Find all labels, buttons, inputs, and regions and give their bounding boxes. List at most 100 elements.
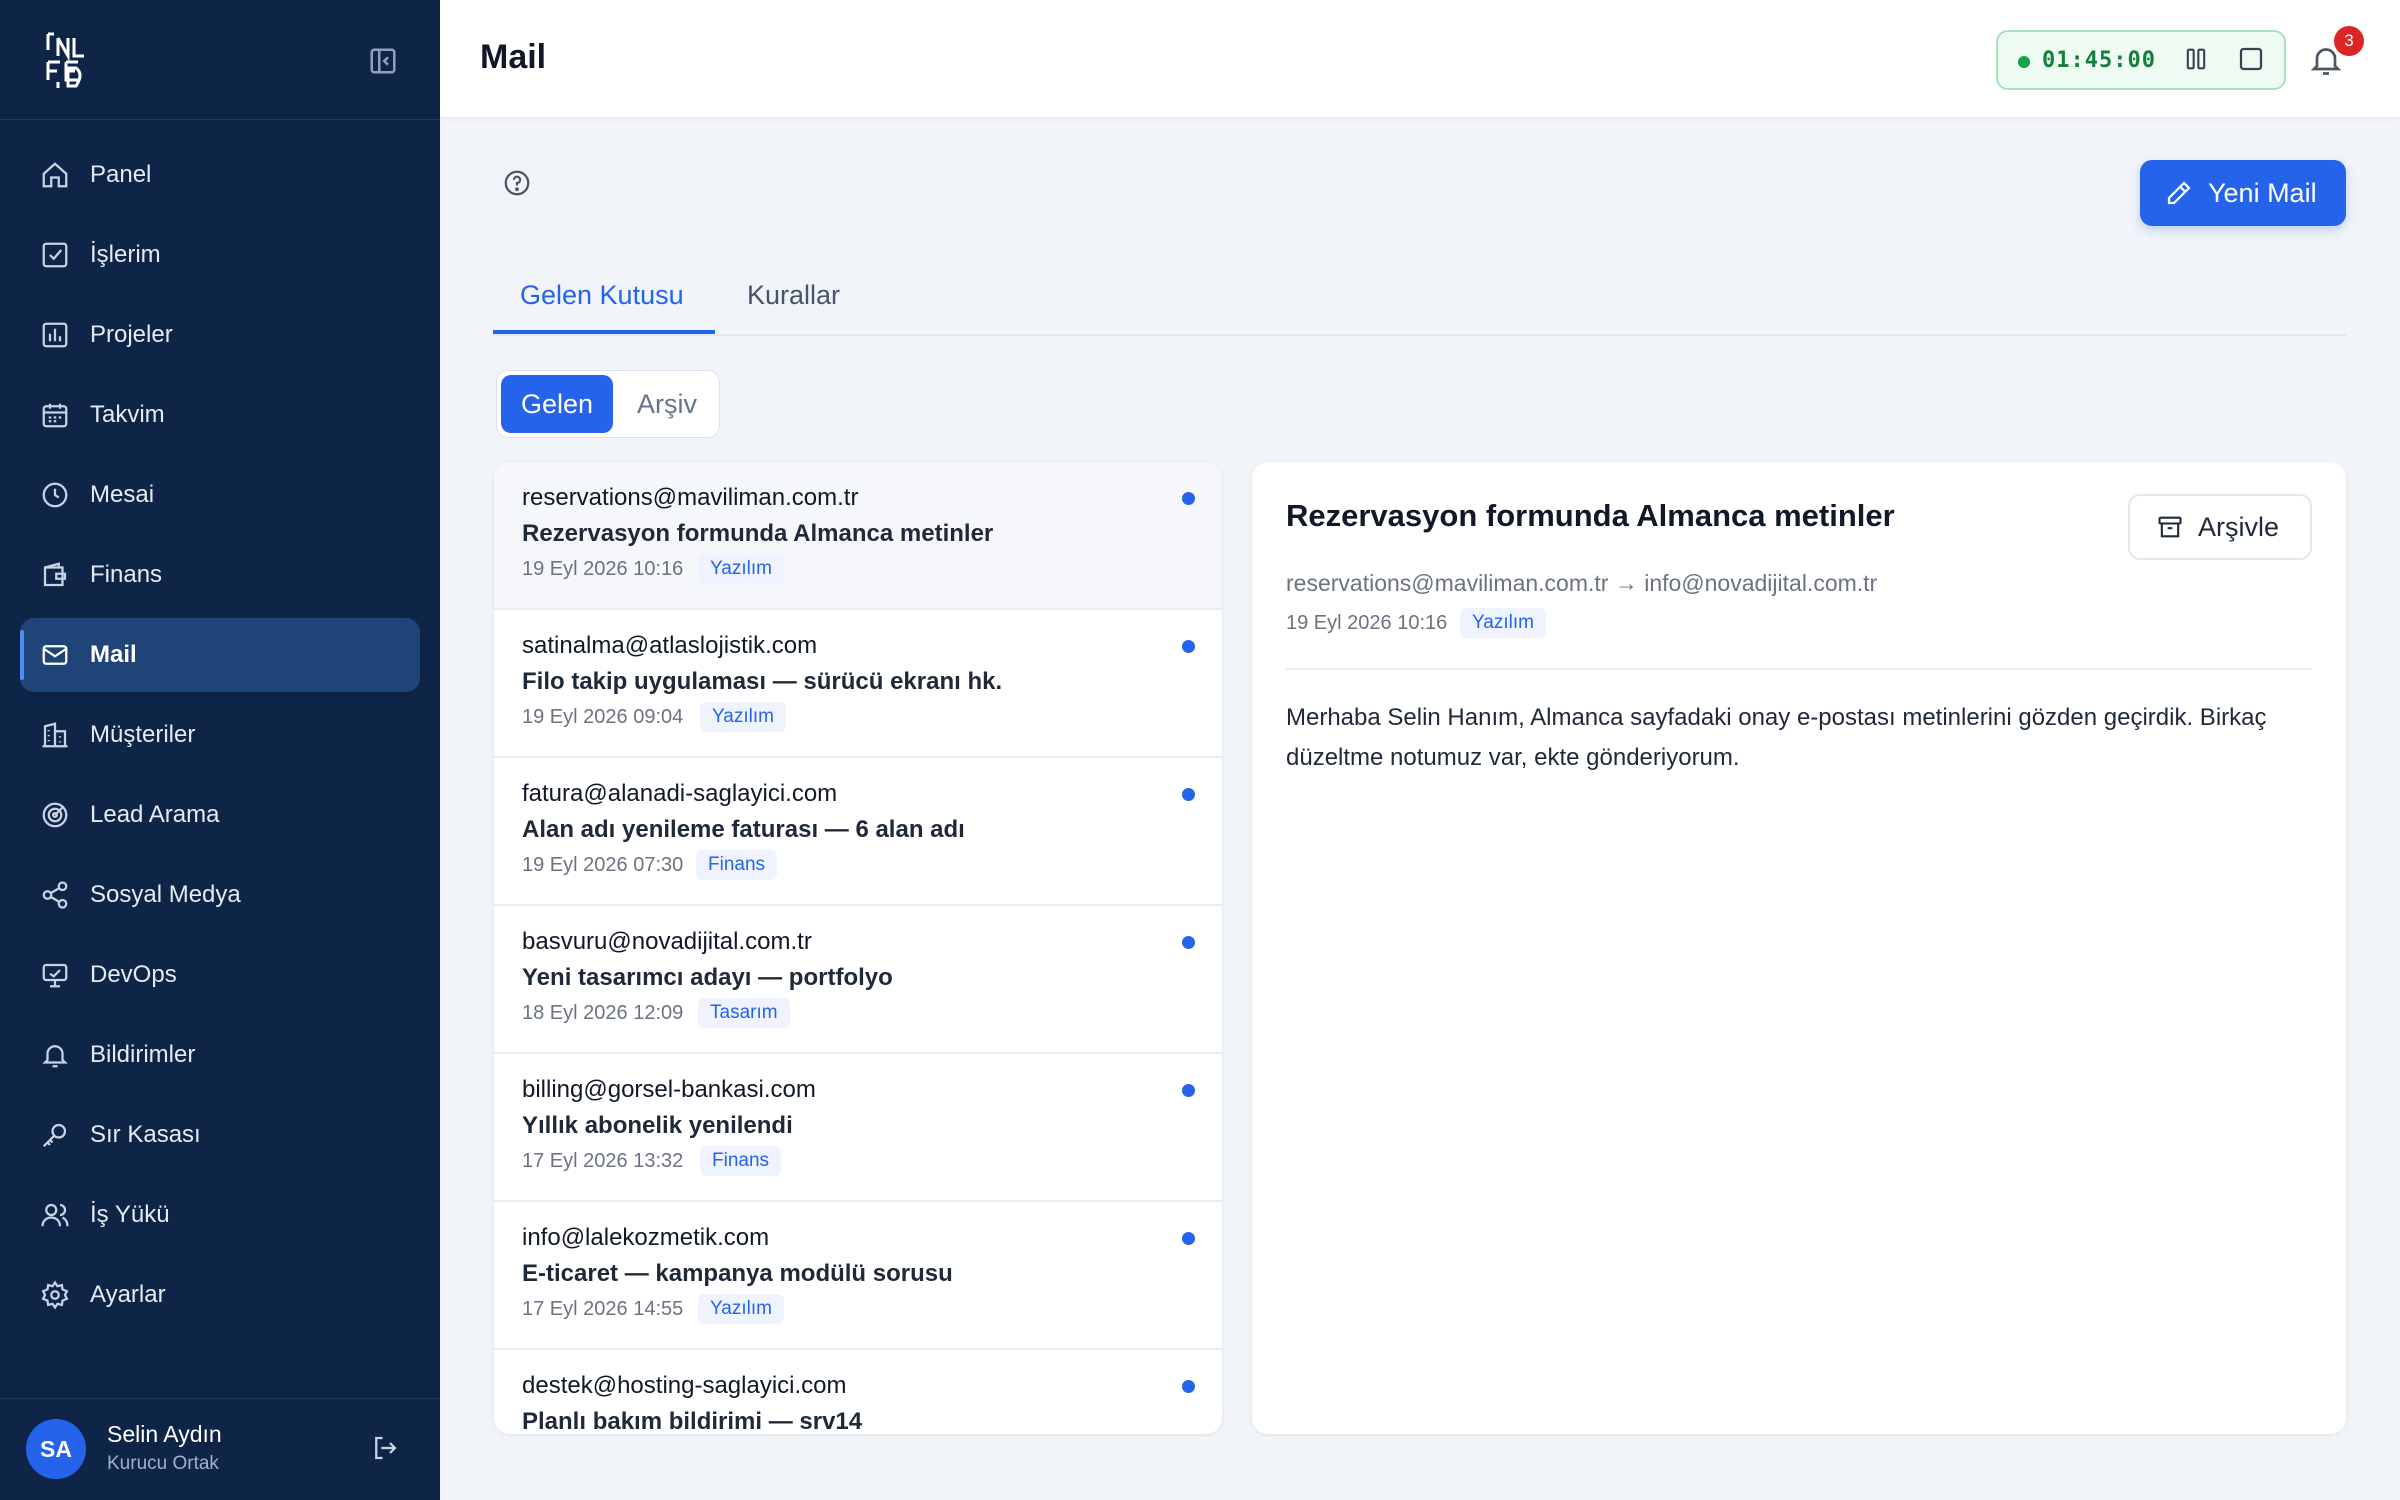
pencil-icon: [2167, 181, 2191, 205]
mail-list-item[interactable]: billing@gorsel-bankasi.com Yıllık abonel…: [494, 1054, 1222, 1202]
sidebar-item-label: Sosyal Medya: [90, 881, 241, 908]
sidebar-item-lead-arama[interactable]: Lead Arama: [20, 778, 420, 852]
active-tab-indicator: [493, 330, 715, 334]
sidebar-item-finans[interactable]: Finans: [20, 538, 420, 612]
wallet-icon: [43, 562, 67, 587]
mail-list-item[interactable]: basvuru@novadijital.com.tr Yeni tasarımc…: [494, 906, 1222, 1054]
tab-gelen-kutusu[interactable]: Gelen Kutusu: [520, 280, 684, 311]
bell-icon: [42, 1045, 68, 1068]
mail-tag: Tasarım: [698, 998, 790, 1028]
mail-tabs: Gelen Kutusu Kurallar: [493, 266, 2346, 336]
sidebar-item-islerim[interactable]: İşlerim: [20, 218, 420, 292]
detail-date: 19 Eyl 2026 10:16: [1286, 612, 1448, 634]
sidebar-item-sir-kasasi[interactable]: Sır Kasası: [20, 1098, 420, 1172]
mail-subject: Yeni tasarımcı adayı — portfolyo: [522, 964, 893, 991]
mail-sender: reservations@maviliman.com.tr: [522, 484, 859, 511]
monitor-icon: [42, 963, 68, 988]
mail-date: 19 Eyl 2026 10:16: [522, 558, 684, 580]
mail-date: 17 Eyl 2026 13:32: [522, 1150, 684, 1172]
sidebar-item-mail[interactable]: Mail: [20, 618, 420, 692]
mail-detail: Rezervasyon formunda Almanca metinler Ar…: [1252, 462, 2346, 1434]
mail-sender: destek@hosting-saglayici.com: [522, 1372, 847, 1399]
sidebar-item-label: Bildirimler: [90, 1041, 196, 1068]
checkbox-icon: [42, 242, 68, 268]
mail-list-item[interactable]: fatura@alanadi-saglayici.com Alan adı ye…: [494, 758, 1222, 906]
sidebar-collapse-icon[interactable]: [368, 46, 398, 76]
mail-list: reservations@maviliman.com.tr Rezervasyo…: [494, 462, 1222, 1434]
mail-sender: fatura@alanadi-saglayici.com: [522, 780, 838, 807]
sidebar-item-label: Projeler: [90, 321, 173, 348]
sidebar-item-projeler[interactable]: Projeler: [20, 298, 420, 372]
detail-subject: Rezervasyon formunda Almanca metinler: [1286, 498, 1895, 533]
unread-dot: [1182, 788, 1195, 801]
sidebar-item-ayarlar[interactable]: Ayarlar: [20, 1258, 420, 1332]
detail-divider: [1286, 668, 2312, 670]
sidebar-item-label: Müşteriler: [90, 721, 196, 748]
sidebar-item-is-yuku[interactable]: İş Yükü: [20, 1178, 420, 1252]
clock-icon: [42, 482, 68, 508]
gear-icon: [41, 1280, 69, 1310]
mail-tag: Yazılım: [700, 702, 786, 732]
timer-value: 01:45:00: [2042, 48, 2156, 73]
mail-tag: Yazılım: [698, 554, 784, 584]
mail-subject: Rezervasyon formunda Almanca metinler: [522, 520, 994, 547]
mail-subject: Planlı bakım bildirimi — srv14: [522, 1408, 863, 1434]
new-mail-button[interactable]: Yeni Mail: [2140, 160, 2346, 226]
sidebar-item-label: İşlerim: [90, 241, 161, 268]
mail-date: 19 Eyl 2026 07:30: [522, 854, 684, 876]
sidebar-item-panel[interactable]: Panel: [20, 138, 420, 212]
sidebar-nav: Panel İşlerim Projeler Takvim Mesai Fina…: [20, 138, 420, 1338]
sidebar-item-bildirimler[interactable]: Bildirimler: [20, 1018, 420, 1092]
sidebar-item-label: Ayarlar: [90, 1281, 166, 1308]
home-icon: [42, 162, 68, 188]
mail-subject: Yıllık abonelik yenilendi: [522, 1112, 793, 1139]
unread-dot: [1182, 936, 1195, 949]
user-role: Kurucu Ortak: [107, 1453, 219, 1474]
sidebar-item-label: Panel: [90, 161, 152, 188]
archive-button[interactable]: Arşivle: [2128, 494, 2312, 560]
radar-icon: [42, 802, 68, 828]
sidebar-item-label: İş Yükü: [90, 1201, 170, 1228]
help-icon[interactable]: [502, 168, 532, 198]
stop-icon[interactable]: [2236, 44, 2266, 74]
sidebar: Panel İşlerim Projeler Takvim Mesai Fina…: [0, 0, 440, 1500]
sidebar-item-devops[interactable]: DevOps: [20, 938, 420, 1012]
pause-icon[interactable]: [2182, 44, 2210, 74]
sidebar-item-takvim[interactable]: Takvim: [20, 378, 420, 452]
sidebar-item-label: Mesai: [90, 481, 155, 508]
mail-subject: Alan adı yenileme faturası — 6 alan adı: [522, 816, 965, 843]
notification-badge: 3: [2334, 26, 2364, 56]
sidebar-item-musteriler[interactable]: Müşteriler: [20, 698, 420, 772]
sidebar-header: [0, 0, 440, 120]
mail-list-item[interactable]: reservations@maviliman.com.tr Rezervasyo…: [494, 462, 1222, 610]
mail-tag: Yazılım: [698, 1294, 784, 1324]
mail-sender: basvuru@novadijital.com.tr: [522, 928, 812, 955]
mail-tag: Finans: [700, 1146, 782, 1176]
sidebar-item-label: Takvim: [90, 401, 165, 428]
sidebar-item-mesai[interactable]: Mesai: [20, 458, 420, 532]
sidebar-item-label: DevOps: [90, 961, 177, 988]
mail-date: 19 Eyl 2026 09:04: [522, 706, 684, 728]
mail-sender: info@lalekozmetik.com: [522, 1224, 770, 1251]
mail-list-item[interactable]: info@lalekozmetik.com E-ticaret — kampan…: [494, 1202, 1222, 1350]
avatar[interactable]: SA: [26, 1419, 86, 1479]
folder-gelen-button[interactable]: Gelen: [501, 375, 613, 433]
folder-arsiv-button[interactable]: Arşiv: [617, 375, 717, 433]
sidebar-item-label: Sır Kasası: [90, 1121, 201, 1148]
sidebar-item-label: Finans: [90, 561, 163, 588]
sidebar-item-sosyal-medya[interactable]: Sosyal Medya: [20, 858, 420, 932]
mail-date: 18 Eyl 2026 12:09: [522, 1002, 684, 1024]
mail-list-item[interactable]: satinalma@atlaslojistik.com Filo takip u…: [494, 610, 1222, 758]
folder-toggle: Gelen Arşiv: [496, 370, 720, 438]
unread-dot: [1182, 492, 1195, 505]
page-title: Mail: [480, 38, 547, 76]
logout-icon[interactable]: [370, 1433, 400, 1463]
tab-kurallar[interactable]: Kurallar: [747, 280, 840, 311]
unread-dot: [1182, 1084, 1195, 1097]
detail-body: Merhaba Selin Hanım, Almanca sayfadaki o…: [1286, 704, 2267, 771]
unread-dot: [1182, 1232, 1195, 1245]
detail-sender-recipient: reservations@maviliman.com.tr → info@nov…: [1286, 570, 1878, 596]
top-bar: Mail 01:45:00 3: [440, 0, 2400, 118]
unread-dot: [1182, 640, 1195, 653]
mail-list-item[interactable]: destek@hosting-saglayici.com Planlı bakı…: [494, 1350, 1222, 1434]
